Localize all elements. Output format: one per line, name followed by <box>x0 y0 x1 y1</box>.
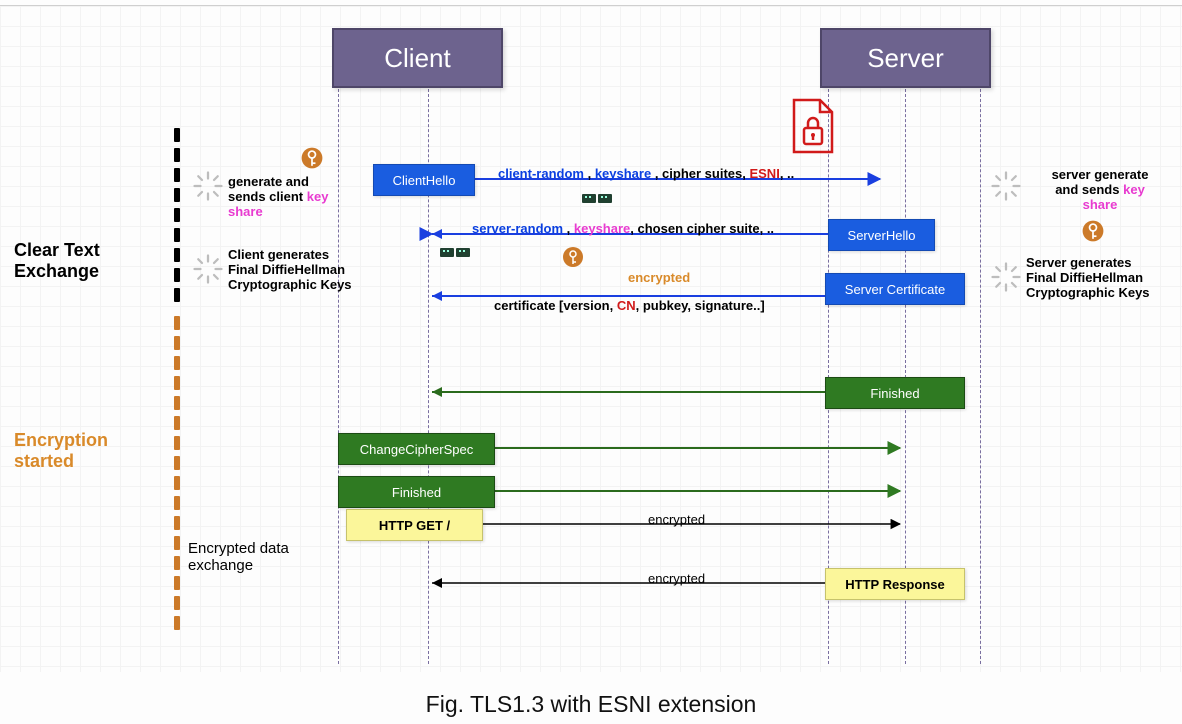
section-encryption: Encryption started <box>14 430 108 471</box>
msg-server-hello: ServerHello <box>828 219 935 251</box>
arrow-label-encrypted-top: encrypted <box>628 270 690 285</box>
section-encrypted-data: Encrypted data exchange <box>188 540 289 575</box>
figure-caption: Fig. TLS1.3 with ESNI extension <box>0 691 1182 718</box>
msg-client-finished: Finished <box>338 476 495 508</box>
msg-http-get: HTTP GET / <box>346 509 483 541</box>
annot-text: generate and sends client <box>228 174 309 204</box>
msg-server-finished: Finished <box>825 377 965 409</box>
annot-client-gen: generate and sends client key share <box>228 175 348 220</box>
section-cleartext: Clear Text Exchange <box>14 240 100 281</box>
annot-client-finaldh: Client generates Final DiffieHellman Cry… <box>228 248 352 293</box>
ruler-line <box>0 5 1182 6</box>
arrow-label-certificate: certificate [version, CN, pubkey, signat… <box>494 298 765 313</box>
spinner-icon <box>991 171 1021 201</box>
arrow-label-httpget-encrypted: encrypted <box>648 512 705 527</box>
spinner-icon <box>193 171 223 201</box>
lifeline-client-outer <box>338 84 339 664</box>
annot-server-finaldh: Server generates Final DiffieHellman Cry… <box>1026 256 1150 301</box>
diagram-canvas: Client Server Clear Text Exchange Encryp… <box>0 0 1182 724</box>
annot-server-gen: server generate and sends key share <box>1030 168 1170 213</box>
msg-http-response: HTTP Response <box>825 568 965 600</box>
actor-client: Client <box>332 28 503 88</box>
key-icon <box>1080 218 1106 244</box>
msg-server-cert: Server Certificate <box>825 273 965 305</box>
actor-server: Server <box>820 28 991 88</box>
lifeline-server-outer <box>980 84 981 664</box>
encrypted-label: encrypted <box>628 270 690 285</box>
encrypted-document-icon <box>790 98 836 154</box>
arrow-label-httpresp-encrypted: encrypted <box>648 571 705 586</box>
arrow-label-clienthello: client-random , keyshare , cipher suites… <box>498 166 794 181</box>
arrow-label-serverhello: server-random , keyshare, chosen cipher … <box>472 221 774 236</box>
msg-client-hello: ClientHello <box>373 164 475 196</box>
spinner-icon <box>193 254 223 284</box>
msg-change-cipher: ChangeCipherSpec <box>338 433 495 465</box>
spinner-icon <box>991 262 1021 292</box>
key-icon <box>299 145 325 171</box>
